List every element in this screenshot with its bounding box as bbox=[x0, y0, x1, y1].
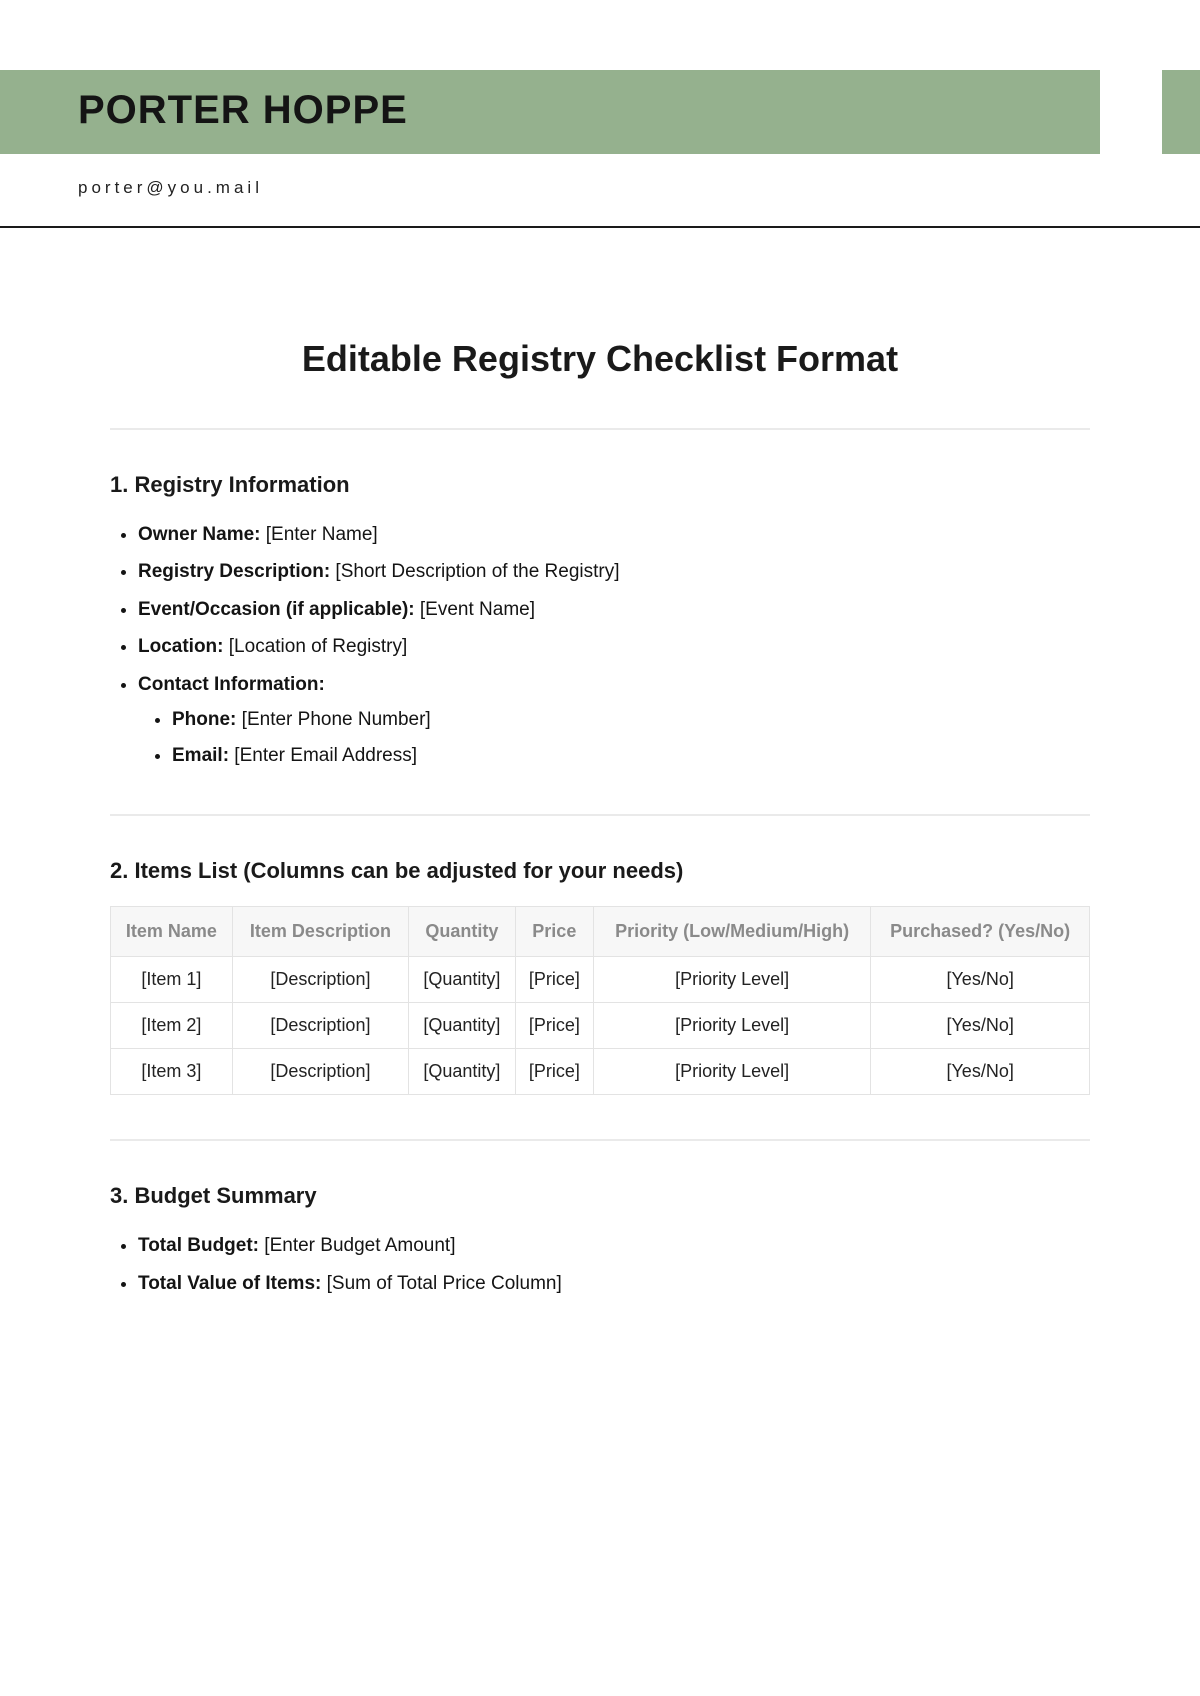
event-row: Event/Occasion (if applicable): [Event N… bbox=[138, 595, 1090, 624]
location-value: [Location of Registry] bbox=[224, 636, 408, 657]
contact-row: Contact Information: Phone: [Enter Phone… bbox=[138, 670, 1090, 770]
totalval-row: Total Value of Items: [Sum of Total Pric… bbox=[138, 1269, 1090, 1298]
table-row: [Item 1] [Description] [Quantity] [Price… bbox=[111, 957, 1090, 1003]
owner-label: Owner Name: bbox=[138, 524, 260, 545]
cell: [Priority Level] bbox=[593, 1049, 870, 1095]
cell: [Item 3] bbox=[111, 1049, 233, 1095]
contact-sublist: Phone: [Enter Phone Number] Email: [Ente… bbox=[138, 705, 1090, 770]
page-title: Editable Registry Checklist Format bbox=[110, 338, 1090, 380]
owner-row: Owner Name: [Enter Name] bbox=[138, 520, 1090, 549]
cell: [Quantity] bbox=[409, 957, 516, 1003]
cell: [Priority Level] bbox=[593, 1003, 870, 1049]
contact-label: Contact Information: bbox=[138, 674, 325, 695]
header-email: porter@you.mail bbox=[78, 178, 1200, 198]
table-row: [Item 3] [Description] [Quantity] [Price… bbox=[111, 1049, 1090, 1095]
items-table: Item Name Item Description Quantity Pric… bbox=[110, 906, 1090, 1095]
header-divider bbox=[0, 226, 1200, 228]
cell: [Price] bbox=[515, 1049, 593, 1095]
section2-heading: 2. Items List (Columns can be adjusted f… bbox=[110, 858, 1090, 884]
desc-row: Registry Description: [Short Description… bbox=[138, 557, 1090, 586]
budget-value: [Enter Budget Amount] bbox=[259, 1235, 455, 1256]
cell: [Yes/No] bbox=[871, 1049, 1090, 1095]
th-purchased: Purchased? (Yes/No) bbox=[871, 907, 1090, 957]
th-item-name: Item Name bbox=[111, 907, 233, 957]
desc-value: [Short Description of the Registry] bbox=[330, 561, 619, 582]
event-value: [Event Name] bbox=[415, 599, 535, 620]
th-quantity: Quantity bbox=[409, 907, 516, 957]
cell: [Description] bbox=[232, 1049, 408, 1095]
cell: [Price] bbox=[515, 957, 593, 1003]
owner-value: [Enter Name] bbox=[260, 524, 377, 545]
email-value: [Enter Email Address] bbox=[229, 745, 417, 766]
header-bg-accent bbox=[1162, 70, 1200, 154]
budget-label: Total Budget: bbox=[138, 1235, 259, 1256]
budget-list: Total Budget: [Enter Budget Amount] Tota… bbox=[110, 1231, 1090, 1298]
table-header-row: Item Name Item Description Quantity Pric… bbox=[111, 907, 1090, 957]
th-priority: Priority (Low/Medium/High) bbox=[593, 907, 870, 957]
section1-heading: 1. Registry Information bbox=[110, 472, 1090, 498]
cell: [Quantity] bbox=[409, 1049, 516, 1095]
phone-label: Phone: bbox=[172, 709, 236, 730]
location-row: Location: [Location of Registry] bbox=[138, 632, 1090, 661]
cell: [Quantity] bbox=[409, 1003, 516, 1049]
cell: [Price] bbox=[515, 1003, 593, 1049]
divider-2 bbox=[110, 814, 1090, 816]
totalval-label: Total Value of Items: bbox=[138, 1273, 321, 1294]
desc-label: Registry Description: bbox=[138, 561, 330, 582]
registry-info-list: Owner Name: [Enter Name] Registry Descri… bbox=[110, 520, 1090, 770]
brand-name: PORTER HOPPE bbox=[78, 88, 408, 133]
phone-row: Phone: [Enter Phone Number] bbox=[172, 705, 1090, 734]
th-item-desc: Item Description bbox=[232, 907, 408, 957]
divider-1 bbox=[110, 428, 1090, 430]
phone-value: [Enter Phone Number] bbox=[236, 709, 430, 730]
cell: [Yes/No] bbox=[871, 1003, 1090, 1049]
cell: [Description] bbox=[232, 957, 408, 1003]
content: Editable Registry Checklist Format 1. Re… bbox=[0, 338, 1200, 1366]
cell: [Description] bbox=[232, 1003, 408, 1049]
totalval-value: [Sum of Total Price Column] bbox=[321, 1273, 561, 1294]
th-price: Price bbox=[515, 907, 593, 957]
cell: [Item 1] bbox=[111, 957, 233, 1003]
email-row: Email: [Enter Email Address] bbox=[172, 741, 1090, 770]
cell: [Item 2] bbox=[111, 1003, 233, 1049]
event-label: Event/Occasion (if applicable): bbox=[138, 599, 415, 620]
email-label: Email: bbox=[172, 745, 229, 766]
budget-row: Total Budget: [Enter Budget Amount] bbox=[138, 1231, 1090, 1260]
section3-heading: 3. Budget Summary bbox=[110, 1183, 1090, 1209]
table-row: [Item 2] [Description] [Quantity] [Price… bbox=[111, 1003, 1090, 1049]
cell: [Yes/No] bbox=[871, 957, 1090, 1003]
location-label: Location: bbox=[138, 636, 224, 657]
header-bar: PORTER HOPPE bbox=[0, 70, 1200, 154]
cell: [Priority Level] bbox=[593, 957, 870, 1003]
divider-3 bbox=[110, 1139, 1090, 1141]
